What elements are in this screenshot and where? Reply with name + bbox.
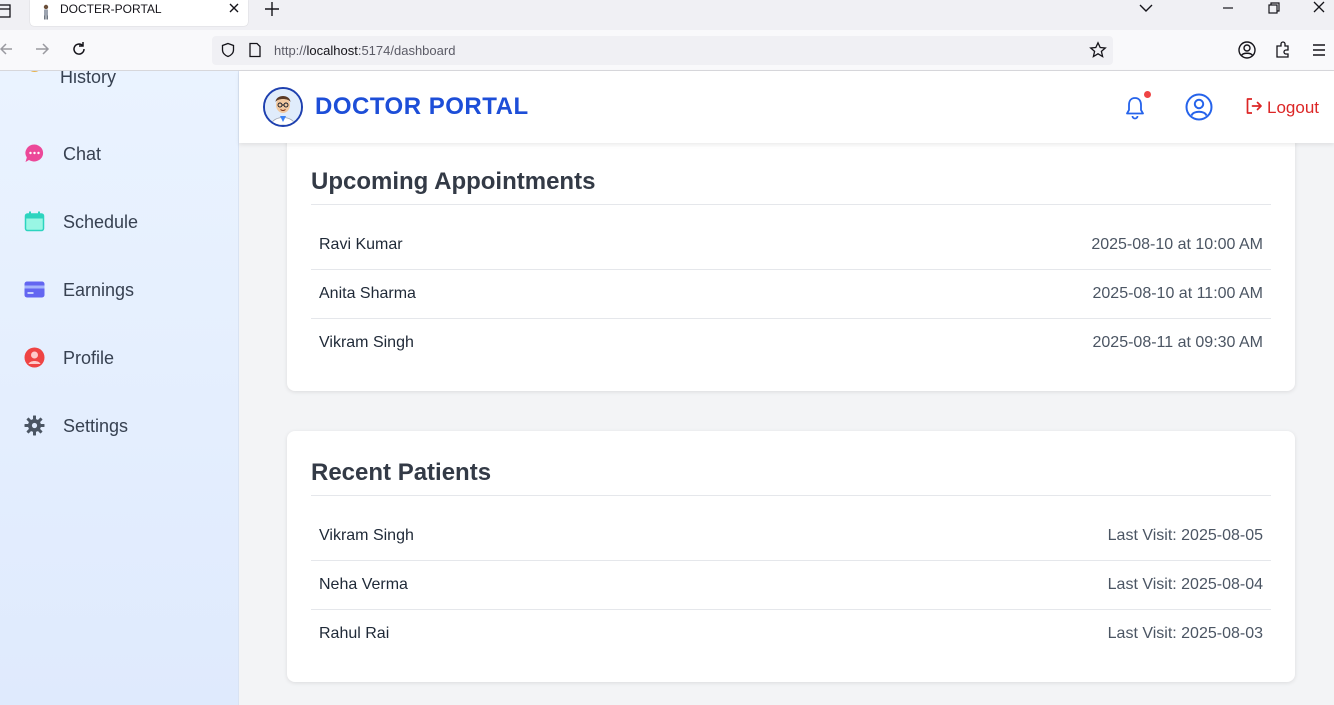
close-window-icon[interactable] bbox=[1311, 0, 1327, 16]
extensions-icon[interactable] bbox=[1273, 40, 1293, 60]
card-divider bbox=[311, 495, 1271, 496]
appointment-row[interactable]: Vikram Singh 2025-08-11 at 09:30 AM bbox=[311, 319, 1271, 368]
tab-list-icon[interactable] bbox=[0, 2, 14, 20]
last-visit: Last Visit: 2025-08-03 bbox=[1107, 625, 1263, 642]
brand-title[interactable]: DOCTOR PORTAL bbox=[315, 93, 529, 121]
account-icon[interactable] bbox=[1237, 40, 1257, 60]
sidebar: History Chat Schedule Earnings Profile S… bbox=[0, 71, 239, 705]
patient-row[interactable]: Neha Verma Last Visit: 2025-08-04 bbox=[311, 561, 1271, 610]
sidebar-item-label: Profile bbox=[63, 348, 115, 368]
sidebar-item-label: Chat bbox=[63, 144, 102, 164]
patient-row[interactable]: Vikram Singh Last Visit: 2025-08-05 bbox=[311, 512, 1271, 561]
user-profile-icon[interactable] bbox=[1185, 93, 1213, 121]
history-icon bbox=[30, 71, 39, 72]
browser-navbar: http://localhost:5174/dashboard bbox=[0, 30, 1334, 71]
sidebar-item-settings[interactable]: Settings bbox=[0, 401, 238, 451]
sidebar-item-label: Earnings bbox=[63, 280, 135, 300]
new-tab-icon[interactable] bbox=[262, 0, 282, 18]
patient-name: Vikram Singh bbox=[319, 527, 414, 544]
patient-name: Vikram Singh bbox=[319, 334, 414, 351]
minimize-icon[interactable] bbox=[1220, 0, 1236, 16]
tracking-shield-icon[interactable] bbox=[220, 42, 236, 58]
chat-icon bbox=[25, 144, 44, 162]
card-title: Upcoming Appointments bbox=[311, 168, 596, 195]
sidebar-item-schedule[interactable]: Schedule bbox=[0, 197, 238, 247]
patient-name: Ravi Kumar bbox=[319, 236, 403, 253]
tab-title: DOCTER-PORTAL bbox=[60, 2, 162, 16]
notification-bell-icon[interactable] bbox=[1123, 95, 1147, 121]
appointment-time: 2025-08-10 at 11:00 AM bbox=[1092, 285, 1264, 302]
doctor-logo bbox=[263, 87, 303, 127]
bookmark-star-icon[interactable] bbox=[1089, 41, 1107, 59]
patient-name: Rahul Rai bbox=[319, 625, 390, 642]
card-title: Recent Patients bbox=[311, 459, 492, 486]
patient-name: Neha Verma bbox=[319, 576, 408, 593]
forward-arrow-icon[interactable] bbox=[33, 40, 51, 58]
patient-row[interactable]: Rahul Rai Last Visit: 2025-08-03 bbox=[311, 610, 1271, 659]
sidebar-item-profile[interactable]: Profile bbox=[0, 333, 238, 383]
recent-patients-card: Recent Patients Vikram Singh Last Visit:… bbox=[287, 431, 1295, 682]
tab-overflow-chevron-icon[interactable] bbox=[1137, 0, 1155, 16]
user-circle-icon bbox=[24, 347, 45, 368]
restore-icon[interactable] bbox=[1266, 0, 1282, 16]
logout-label: Logout bbox=[1267, 98, 1319, 117]
gear-icon bbox=[24, 415, 45, 436]
sidebar-item-label: Settings bbox=[63, 416, 129, 436]
appointment-row[interactable]: Anita Sharma 2025-08-10 at 11:00 AM bbox=[311, 270, 1271, 319]
sidebar-item-label: History bbox=[60, 71, 117, 87]
upcoming-appointments-card: Upcoming Appointments Ravi Kumar 2025-08… bbox=[287, 130, 1295, 391]
browser-tab-strip: DOCTER-PORTAL bbox=[0, 0, 1334, 30]
last-visit: Last Visit: 2025-08-04 bbox=[1107, 576, 1263, 593]
last-visit: Last Visit: 2025-08-05 bbox=[1107, 527, 1263, 544]
url-text[interactable]: http://localhost:5174/dashboard bbox=[274, 43, 455, 58]
sidebar-item-chat[interactable]: Chat bbox=[0, 129, 238, 179]
sidebar-item-earnings[interactable]: Earnings bbox=[0, 265, 238, 315]
doctor-avatar-icon bbox=[265, 89, 301, 125]
reload-icon[interactable] bbox=[70, 40, 88, 58]
address-bar[interactable]: http://localhost:5174/dashboard bbox=[212, 36, 1113, 65]
notification-dot bbox=[1144, 91, 1151, 98]
appointment-row[interactable]: Ravi Kumar 2025-08-10 at 10:00 AM bbox=[311, 221, 1271, 270]
credit-card-icon bbox=[24, 281, 45, 298]
close-tab-icon[interactable] bbox=[226, 1, 242, 17]
logout-icon bbox=[1246, 98, 1262, 114]
calendar-icon bbox=[24, 211, 45, 232]
sidebar-item-label: Schedule bbox=[63, 212, 139, 232]
back-arrow-icon[interactable] bbox=[0, 40, 16, 58]
card-divider bbox=[311, 204, 1271, 205]
app-menu-icon[interactable] bbox=[1309, 40, 1329, 60]
sidebar-item-history[interactable]: History bbox=[0, 71, 238, 111]
page-info-icon[interactable] bbox=[248, 42, 262, 58]
browser-tab[interactable]: DOCTER-PORTAL bbox=[30, 0, 248, 26]
patient-name: Anita Sharma bbox=[319, 285, 416, 302]
appointment-time: 2025-08-11 at 09:30 AM bbox=[1092, 334, 1264, 351]
appointment-time: 2025-08-10 at 10:00 AM bbox=[1091, 236, 1263, 253]
doctor-favicon-icon bbox=[43, 4, 49, 20]
app-header: DOCTOR PORTAL Logout bbox=[239, 71, 1334, 143]
